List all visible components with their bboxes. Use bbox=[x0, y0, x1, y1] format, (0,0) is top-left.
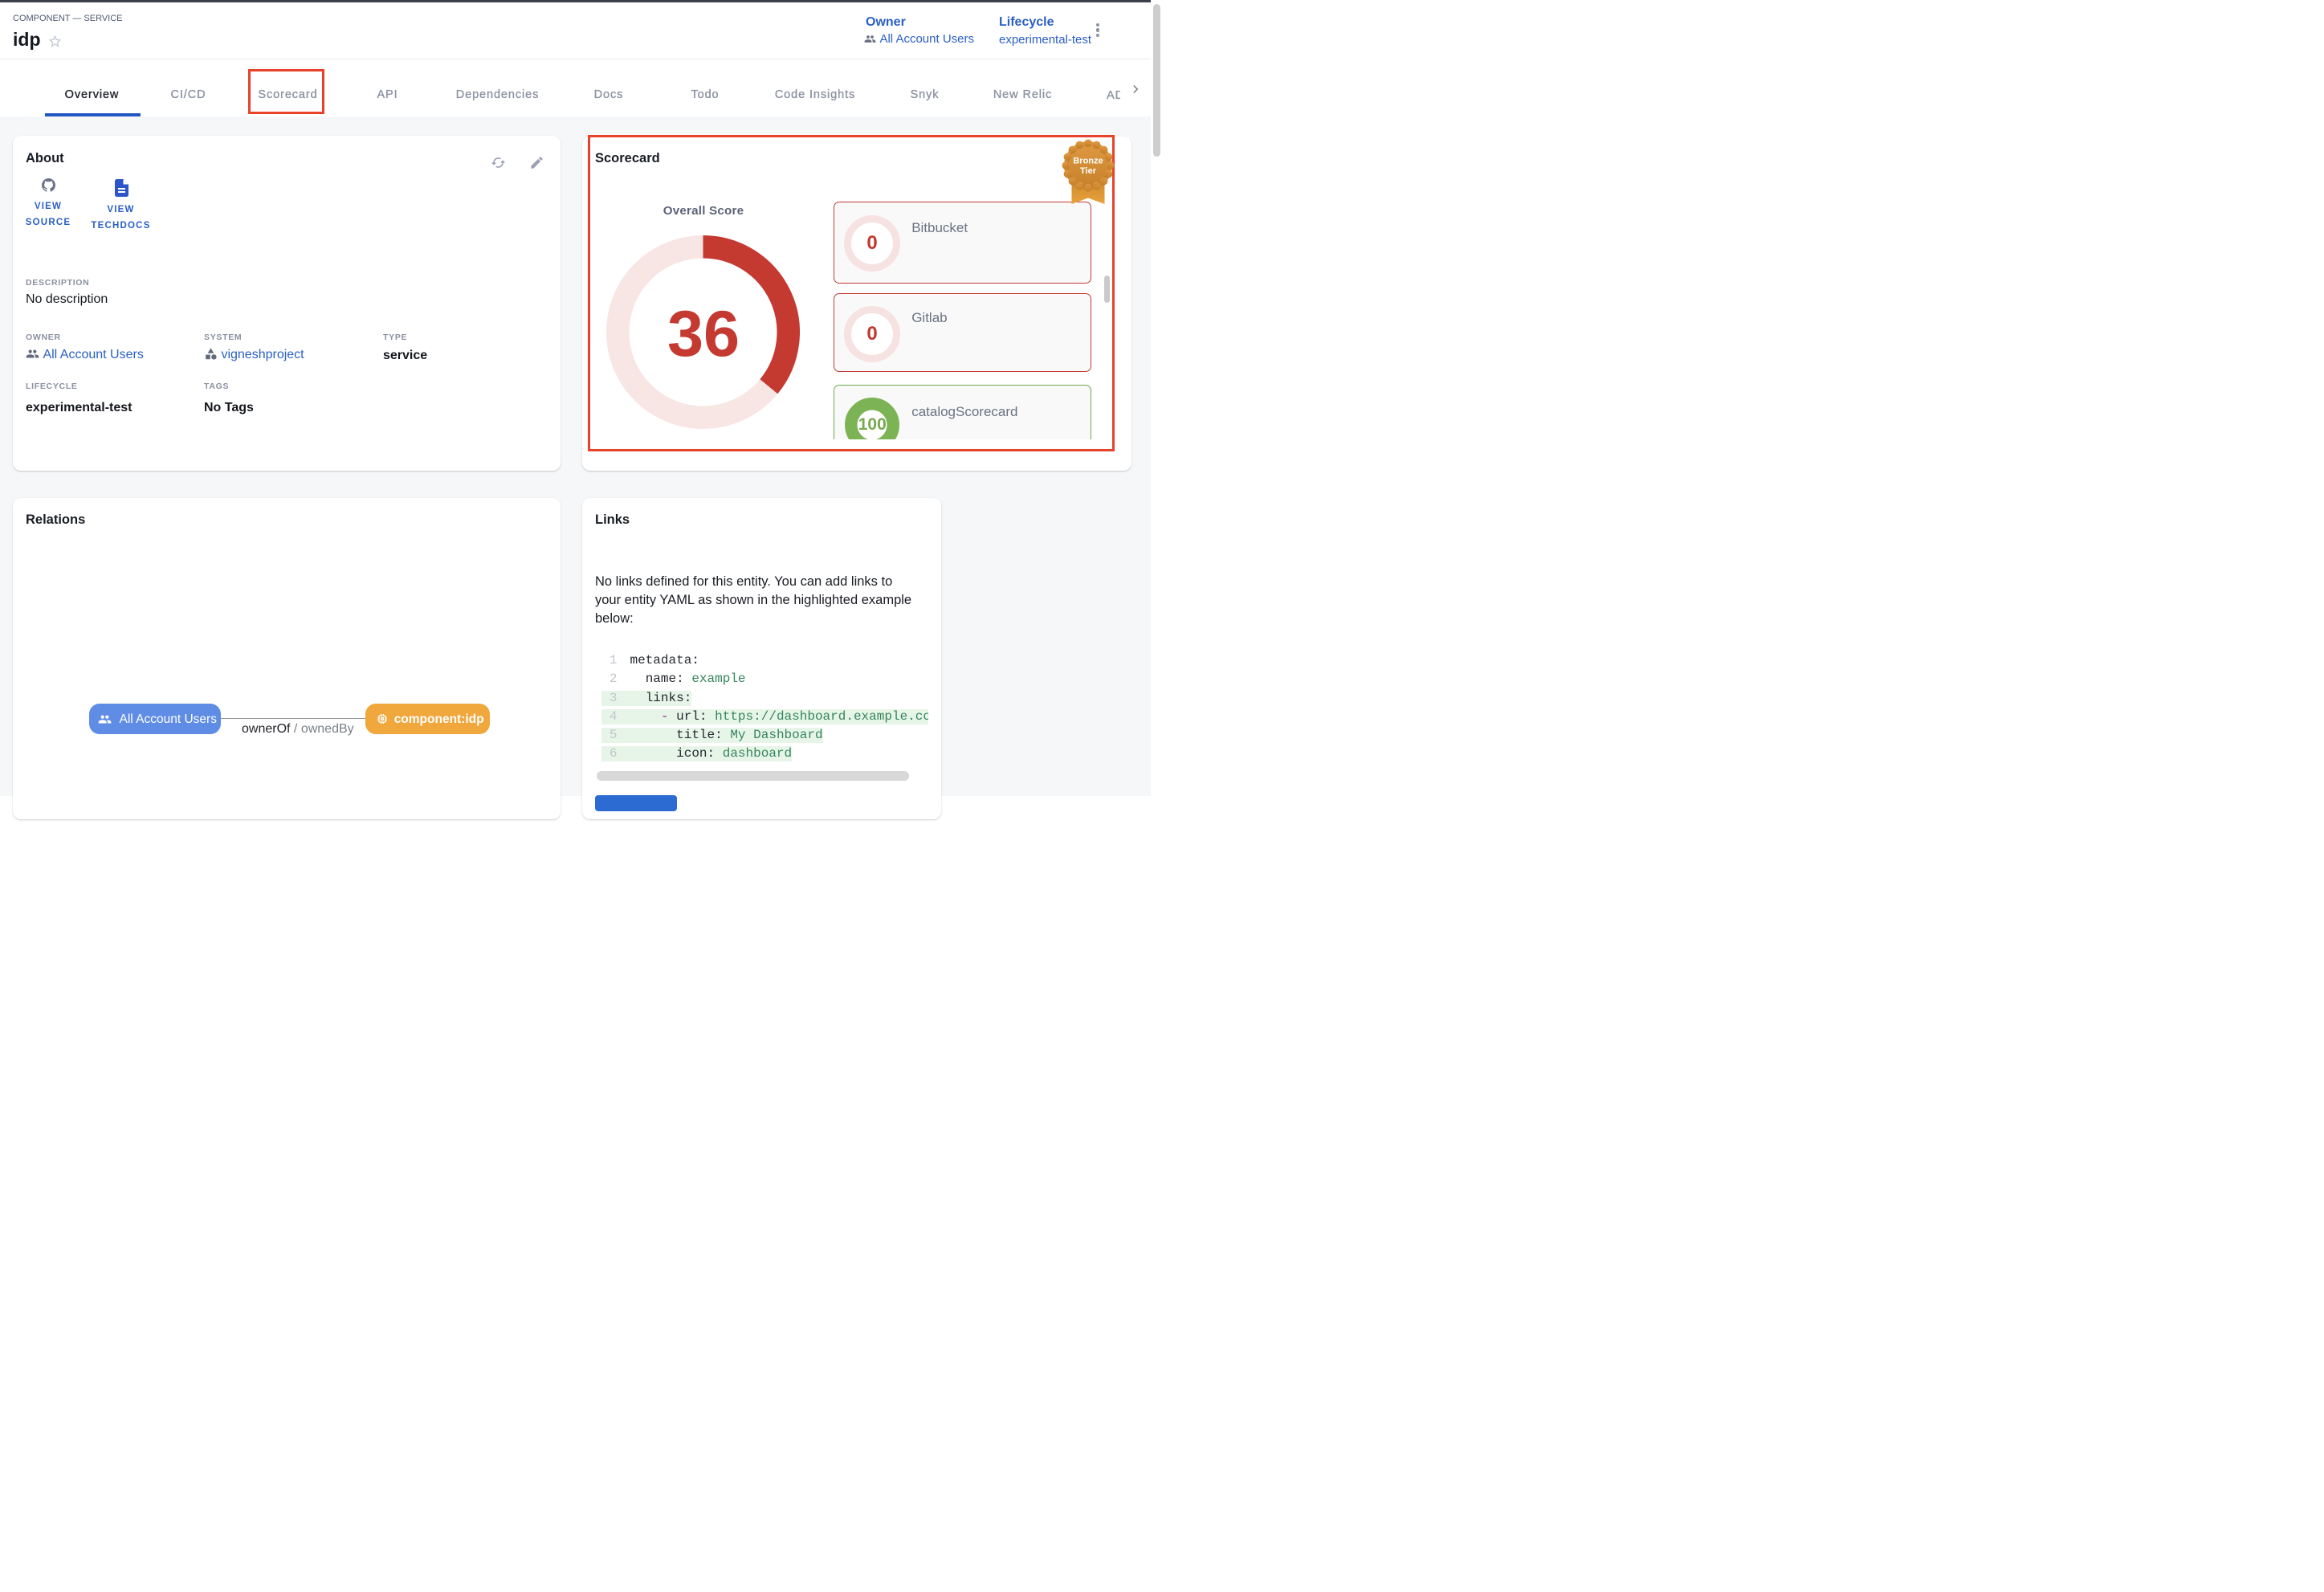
svg-text:Tier: Tier bbox=[1080, 166, 1097, 176]
svg-text:Bronze: Bronze bbox=[1073, 157, 1103, 166]
